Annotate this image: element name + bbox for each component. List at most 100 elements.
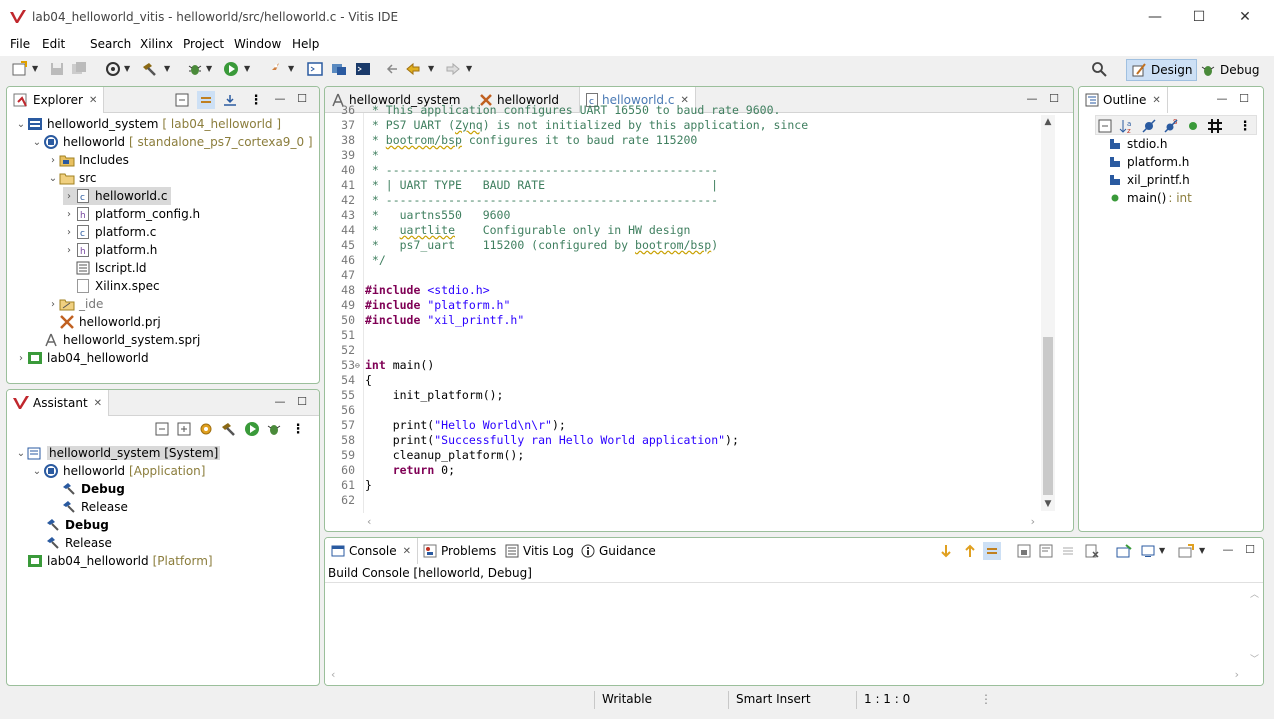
assistant-item-system[interactable]: ⌄ helloworld_system [System] <box>15 444 221 462</box>
debug-bug-icon[interactable] <box>186 60 204 78</box>
chevron-right-icon[interactable]: › <box>15 353 27 364</box>
display-console-icon[interactable] <box>1139 542 1157 560</box>
tab-explorer[interactable]: Explorer ✕ <box>7 87 105 113</box>
chevron-right-icon[interactable]: › <box>63 209 75 220</box>
last-edit-icon[interactable] <box>382 60 400 78</box>
scroll-up-icon[interactable]: ▲ <box>1041 115 1055 129</box>
status-menu-icon[interactable]: ⋮ <box>980 692 992 706</box>
hide-static-icon[interactable]: S <box>1162 117 1180 135</box>
menu-search[interactable]: Search <box>90 37 131 51</box>
arrow-down-icon[interactable] <box>937 542 955 560</box>
close-button[interactable]: ✕ <box>1230 6 1260 28</box>
chevron-right-icon[interactable]: › <box>47 155 59 166</box>
chevron-down-icon[interactable]: ▼ <box>124 60 132 78</box>
maximize-icon[interactable]: ☐ <box>1243 543 1257 557</box>
chevron-down-icon[interactable]: ⌄ <box>15 448 27 459</box>
tab-outline[interactable]: Outline ✕ <box>1079 87 1168 113</box>
chevron-down-icon[interactable]: ▼ <box>32 60 40 78</box>
tree-item-helloworld-system[interactable]: ⌄ helloworld_system[ lab04_helloworld ] <box>15 115 281 133</box>
chevron-down-icon[interactable]: ⌄ <box>15 119 27 130</box>
tab-console[interactable]: Console ✕ <box>325 538 419 564</box>
chevron-right-icon[interactable]: › <box>63 191 75 202</box>
scroll-down-icon[interactable]: ▼ <box>1041 497 1055 511</box>
chevron-down-icon[interactable]: ⌄ <box>47 173 59 184</box>
launch-rocket-icon[interactable] <box>264 60 282 78</box>
tree-item-platform-h[interactable]: › h platform.h <box>63 241 157 259</box>
chevron-down-icon[interactable]: ⌄ <box>31 466 43 477</box>
pin-console-icon[interactable] <box>1115 542 1133 560</box>
assistant-item-app-debug[interactable]: Debug <box>61 480 125 498</box>
outline-item-platform-h[interactable]: platform.h <box>1107 153 1189 171</box>
maximize-icon[interactable]: ☐ <box>1047 92 1061 106</box>
sort-az-icon[interactable]: az <box>1118 117 1136 135</box>
maximize-icon[interactable]: ☐ <box>295 92 309 106</box>
chevron-down-icon[interactable]: ▼ <box>206 60 214 78</box>
debug-bug-icon[interactable] <box>265 420 283 438</box>
tree-item-helloworld-c[interactable]: › c helloworld.c <box>63 187 172 205</box>
forward-arrow-icon[interactable] <box>444 60 462 78</box>
console-output[interactable]: ︿ ﹀ ‹ › <box>325 582 1263 685</box>
chevron-down-icon[interactable]: ▼ <box>466 60 474 78</box>
chevron-down-icon[interactable]: ▼ <box>288 60 296 78</box>
close-icon[interactable]: ✕ <box>89 95 97 106</box>
assistant-item-platform[interactable]: lab04_helloworld [Platform] <box>27 552 213 570</box>
tree-item-lscript-ld[interactable]: lscript.ld <box>75 259 147 277</box>
console-terminal-icon[interactable] <box>354 60 372 78</box>
tree-item-helloworld[interactable]: ⌄ helloworld[ standalone_ps7_cortexa9_0 ] <box>31 133 313 151</box>
word-wrap-icon[interactable] <box>1037 542 1055 560</box>
minimize-icon[interactable]: — <box>1215 92 1229 106</box>
run-icon[interactable] <box>222 60 240 78</box>
serial-terminal-icon[interactable] <box>306 60 324 78</box>
chevron-right-icon[interactable]: › <box>47 299 59 310</box>
scroll-down-icon[interactable]: ﹀ <box>1250 652 1259 665</box>
xsct-icon[interactable] <box>330 60 348 78</box>
editor-horizontal-scrollbar[interactable]: ‹ › <box>365 515 1037 529</box>
view-menu-icon[interactable]: ⋮ <box>1236 117 1254 135</box>
chevron-down-icon[interactable]: ▼ <box>1159 542 1167 560</box>
menu-file[interactable]: File <box>10 37 30 51</box>
build-hammer-icon[interactable] <box>219 420 237 438</box>
perspective-design[interactable]: Design <box>1126 59 1198 81</box>
view-menu-icon[interactable]: ⋮ <box>247 91 265 109</box>
tab-assistant[interactable]: Assistant ✕ <box>7 390 110 416</box>
close-icon[interactable]: ✕ <box>1152 95 1160 106</box>
chevron-right-icon[interactable]: › <box>63 245 75 256</box>
open-console-icon[interactable] <box>1177 542 1195 560</box>
hide-macros-icon[interactable] <box>1206 117 1224 135</box>
tree-item-includes[interactable]: › Includes <box>47 151 129 169</box>
tab-vitis-log[interactable]: Vitis Log <box>499 538 580 564</box>
scroll-left-icon[interactable]: ‹ <box>367 515 371 528</box>
save-all-icon[interactable] <box>70 60 88 78</box>
target-icon[interactable] <box>104 60 122 78</box>
collapse-all-icon[interactable] <box>1096 117 1114 135</box>
editor-vertical-scrollbar[interactable]: ▲ ▼ <box>1041 115 1055 511</box>
minimize-icon[interactable]: — <box>273 395 287 409</box>
hide-fields-icon[interactable] <box>1140 117 1158 135</box>
outline-item-stdio-h[interactable]: stdio.h <box>1107 135 1167 153</box>
arrow-up-icon[interactable] <box>961 542 979 560</box>
build-hammer-icon[interactable] <box>140 60 158 78</box>
tree-item-platform-c[interactable]: › c platform.c <box>63 223 156 241</box>
menu-edit[interactable]: Edit <box>42 37 65 51</box>
chevron-down-icon[interactable]: ▼ <box>428 60 436 78</box>
clear-console-icon[interactable] <box>1083 542 1101 560</box>
scroll-up-icon[interactable]: ︿ <box>1250 587 1259 600</box>
search-icon[interactable] <box>1090 60 1108 78</box>
collapse-all-icon[interactable] <box>153 420 171 438</box>
save-icon[interactable] <box>48 60 66 78</box>
code-editor[interactable]: 36 * This application configures UART 16… <box>325 103 1073 513</box>
tree-item-xilinx-spec[interactable]: Xilinx.spec <box>75 277 160 295</box>
outline-item-xil-printf-h[interactable]: xil_printf.h <box>1107 171 1190 189</box>
chevron-down-icon[interactable]: ⌄ <box>31 137 43 148</box>
minimize-icon[interactable]: — <box>273 92 287 106</box>
view-menu-icon[interactable]: ⋮ <box>289 420 307 438</box>
chevron-down-icon[interactable]: ▼ <box>164 60 172 78</box>
menu-window[interactable]: Window <box>234 37 281 51</box>
outline-item-main[interactable]: main(): int <box>1107 189 1192 207</box>
tree-item-platform-config-h[interactable]: › h platform_config.h <box>63 205 200 223</box>
link-icon[interactable] <box>983 542 1001 560</box>
hide-non-public-icon[interactable] <box>1184 117 1202 135</box>
settings-gear-icon[interactable] <box>197 420 215 438</box>
tree-item-src[interactable]: ⌄ src <box>47 169 97 187</box>
tab-problems[interactable]: Problems <box>417 538 502 564</box>
